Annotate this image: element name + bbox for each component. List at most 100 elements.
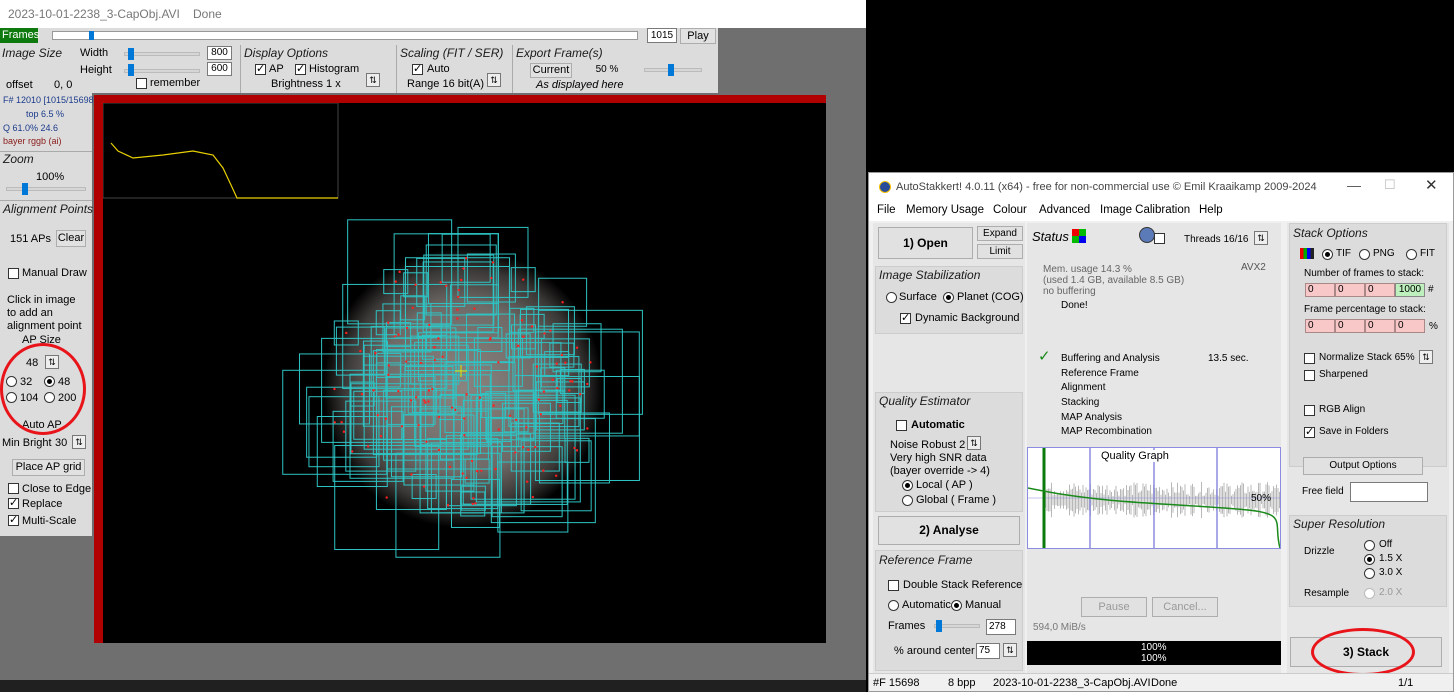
quality-estimator-group: Quality Estimator Automatic Noise Robust…: [875, 392, 1023, 512]
resample-radio[interactable]: [1364, 588, 1375, 599]
num-frames-field-2[interactable]: 0: [1335, 283, 1365, 297]
surface-radio[interactable]: [886, 292, 897, 303]
height-field[interactable]: 600: [207, 62, 232, 76]
export-current-button[interactable]: Current: [530, 63, 572, 78]
open-button[interactable]: 1) Open: [878, 227, 973, 259]
range-spinner[interactable]: ⇅: [487, 73, 501, 87]
width-slider-thumb[interactable]: [128, 48, 134, 60]
width-slider[interactable]: [124, 52, 200, 56]
frame-pct-field-3[interactable]: 0: [1365, 319, 1395, 333]
menu-advanced[interactable]: Advanced: [1039, 204, 1090, 216]
analyse-button[interactable]: 2) Analyse: [878, 516, 1020, 545]
export-slider-thumb[interactable]: [668, 64, 674, 76]
ap-dot: [461, 472, 464, 475]
play-button[interactable]: Play: [680, 28, 716, 44]
frame-pct-field-4[interactable]: 0: [1395, 319, 1425, 333]
width-field[interactable]: 800: [207, 46, 232, 60]
min-bright-label: Min Bright: [2, 437, 52, 449]
png-radio[interactable]: [1359, 249, 1370, 260]
pause-button[interactable]: Pause: [1081, 597, 1147, 617]
frame-number-field[interactable]: 1015: [647, 28, 677, 43]
auto-scaling-checkbox[interactable]: [412, 62, 423, 75]
normalize-spinner[interactable]: ⇅: [1419, 350, 1433, 364]
replace-checkbox[interactable]: [8, 496, 19, 509]
brightness-spinner[interactable]: ⇅: [366, 73, 380, 87]
ap-dot: [359, 349, 362, 353]
zoom-slider-thumb[interactable]: [22, 183, 28, 195]
no-buffering: no buffering: [1043, 286, 1096, 297]
maximize-icon[interactable]: ☐: [1384, 177, 1396, 193]
double-stack-reference-checkbox[interactable]: [888, 580, 899, 591]
num-frames-field-1[interactable]: 0: [1305, 283, 1335, 297]
globe-icon[interactable]: [1139, 227, 1155, 243]
reference-manual-radio[interactable]: [951, 600, 962, 611]
around-center-field[interactable]: 75: [976, 643, 1000, 659]
image-window-bottom: [0, 680, 866, 692]
free-field-input[interactable]: [1350, 482, 1428, 502]
ap-dot: [531, 495, 535, 499]
ap-dot: [425, 440, 428, 443]
manual-draw-checkbox[interactable]: [8, 268, 19, 279]
num-frames-field-3[interactable]: 0: [1365, 283, 1395, 297]
normalize-stack-checkbox[interactable]: [1304, 353, 1315, 364]
frame-pct-field-2[interactable]: 0: [1335, 319, 1365, 333]
planet-cog-radio[interactable]: [943, 292, 954, 303]
ap-checkbox[interactable]: [255, 62, 266, 75]
min-bright-spinner[interactable]: ⇅: [72, 435, 86, 449]
save-in-folders-checkbox[interactable]: [1304, 425, 1315, 438]
drizzle-off-radio[interactable]: [1364, 540, 1375, 551]
image-viewport[interactable]: [94, 95, 826, 643]
place-ap-grid-button[interactable]: Place AP grid: [12, 459, 85, 476]
ap-dot: [554, 474, 558, 477]
divider: [0, 200, 92, 201]
automatic-quality-checkbox[interactable]: [896, 420, 907, 431]
num-frames-field-4[interactable]: 1000: [1395, 283, 1425, 297]
reference-frames-slider-thumb[interactable]: [936, 620, 942, 632]
clear-aps-button[interactable]: Clear: [56, 230, 86, 247]
sharpened-checkbox[interactable]: [1304, 370, 1315, 381]
expand-button[interactable]: Expand: [977, 226, 1023, 241]
cancel-button[interactable]: Cancel...: [1152, 597, 1218, 617]
frames-slider-thumb[interactable]: [89, 31, 94, 40]
menu-image-calibration[interactable]: Image Calibration: [1100, 204, 1190, 216]
ap-dot: [450, 406, 454, 409]
drizzle-15x-radio[interactable]: [1364, 554, 1375, 565]
multi-scale-checkbox[interactable]: [8, 513, 19, 526]
range-label: Range 16 bit(A): [407, 78, 485, 90]
noise-robust-spinner[interactable]: ⇅: [967, 436, 981, 450]
histogram-checkbox[interactable]: [295, 62, 306, 75]
menu-colour[interactable]: Colour: [993, 204, 1027, 216]
image-stabilization-header: Image Stabilization: [879, 268, 981, 282]
around-center-spinner[interactable]: ⇅: [1003, 643, 1017, 657]
output-options-button[interactable]: Output Options: [1303, 457, 1423, 475]
menu-file[interactable]: File: [877, 204, 896, 216]
threads-spinner[interactable]: ⇅: [1254, 231, 1268, 245]
ap-dot: [345, 331, 348, 335]
limit-button[interactable]: Limit: [977, 244, 1023, 259]
ap-dot: [424, 401, 427, 404]
local-ap-radio[interactable]: [902, 480, 913, 491]
reference-frames-field[interactable]: 278: [986, 619, 1016, 635]
remember-checkbox[interactable]: [136, 78, 147, 89]
rgb-align-checkbox[interactable]: [1304, 405, 1315, 416]
global-frame-radio[interactable]: [902, 495, 913, 506]
ap-dot: [460, 278, 463, 282]
menu-help[interactable]: Help: [1199, 204, 1223, 216]
close-icon[interactable]: ✕: [1425, 176, 1438, 194]
height-slider[interactable]: [124, 69, 200, 73]
close-to-edge-checkbox[interactable]: [8, 483, 19, 494]
menu-memory-usage[interactable]: Memory Usage: [906, 204, 984, 216]
reference-automatic-radio[interactable]: [888, 600, 899, 611]
frames-slider[interactable]: [52, 31, 638, 40]
global-frame-label: Global ( Frame ): [916, 494, 997, 506]
frame-pct-field-1[interactable]: 0: [1305, 319, 1335, 333]
tif-radio[interactable]: [1322, 249, 1333, 260]
export-percent-field[interactable]: 50 %: [576, 63, 638, 78]
height-slider-thumb[interactable]: [128, 64, 134, 76]
minimize-icon[interactable]: —: [1347, 177, 1361, 193]
globe-checkbox[interactable]: [1154, 233, 1165, 244]
dynamic-background-checkbox[interactable]: [900, 311, 911, 324]
drizzle-30x-radio[interactable]: [1364, 568, 1375, 579]
zoom-slider[interactable]: [6, 187, 86, 191]
fit-radio[interactable]: [1406, 249, 1417, 260]
